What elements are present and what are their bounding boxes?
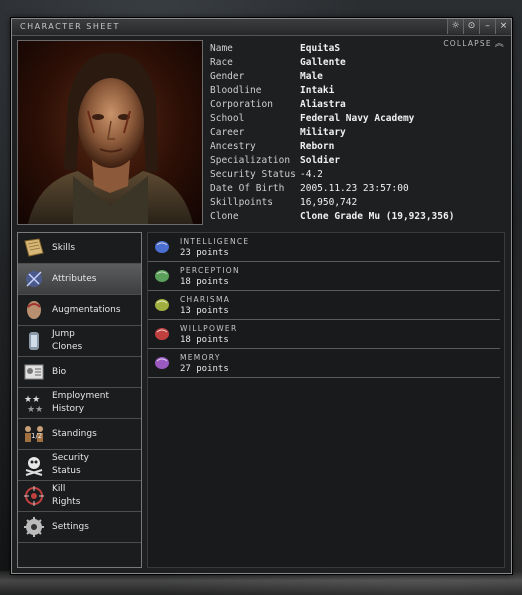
- sidebar-item-augmentations[interactable]: Augmentations: [18, 295, 141, 326]
- character-sheet-window: CHARACTER SHEET ☼ ⊙ – × COLLAPSE ︽ Name …: [11, 18, 512, 574]
- attributes-list: INTELLIGENCE 23 points PERCEPTION 18 poi…: [147, 232, 505, 568]
- svg-text:1/2: 1/2: [31, 432, 42, 440]
- attribute-name: PERCEPTION: [180, 265, 240, 275]
- character-info: Name EquitaS Race Gallente Gender Male Bloo…: [210, 42, 500, 224]
- sidebar-item-attributes[interactable]: Attributes: [18, 264, 141, 295]
- window-title: CHARACTER SHEET: [20, 22, 120, 31]
- settings-icon: [22, 515, 46, 539]
- charisma-icon: [155, 299, 169, 311]
- info-row: Specialization Soldier: [210, 155, 341, 166]
- attribute-row-charisma[interactable]: CHARISMA 13 points: [148, 291, 500, 320]
- bio-icon: [22, 360, 46, 384]
- willpower-icon: [155, 328, 169, 340]
- svg-text:★★: ★★: [27, 405, 43, 414]
- sidebar-item-security-status[interactable]: Security Status: [18, 450, 141, 481]
- corporation-link[interactable]: Aliastra: [300, 98, 346, 112]
- character-portrait[interactable]: [17, 40, 203, 225]
- info-row: Security Status -4.2: [210, 169, 323, 180]
- portrait-image: [28, 52, 193, 224]
- attribute-row-intelligence[interactable]: INTELLIGENCE 23 points: [148, 233, 500, 262]
- employment-history-icon: ★★ ★★: [22, 391, 46, 415]
- window-buttons: ☼ ⊙ – ×: [447, 19, 511, 35]
- info-row: Career Military: [210, 127, 346, 138]
- kill-rights-icon: [22, 484, 46, 508]
- info-row: Corporation Aliastra: [210, 98, 346, 112]
- info-row: Skillpoints 16,950,742: [210, 197, 358, 208]
- info-row: Clone Clone Grade Mu (19,923,356): [210, 211, 455, 222]
- sidebar-item-standings[interactable]: 1/2 Standings: [18, 419, 141, 450]
- attribute-value: 23 points: [180, 247, 229, 258]
- info-row: Race Gallente: [210, 57, 346, 68]
- attribute-name: CHARISMA: [180, 294, 231, 304]
- attributes-icon: [22, 267, 46, 291]
- info-row: Date Of Birth 2005.11.23 23:57:00: [210, 183, 409, 194]
- skills-book-icon: [22, 236, 46, 260]
- perception-icon: [155, 270, 169, 282]
- window-titlebar[interactable]: CHARACTER SHEET ☼ ⊙ – ×: [12, 19, 511, 36]
- sidebar-item-settings[interactable]: Settings: [18, 512, 141, 543]
- sidebar-item-bio[interactable]: Bio: [18, 357, 141, 388]
- augmentations-icon: [22, 298, 46, 322]
- background-ship-hull: [0, 571, 522, 595]
- attribute-row-perception[interactable]: PERCEPTION 18 points: [148, 262, 500, 291]
- attribute-name: INTELLIGENCE: [180, 236, 250, 246]
- attribute-value: 18 points: [180, 276, 229, 287]
- jump-clones-icon: [22, 329, 46, 353]
- attribute-value: 18 points: [180, 334, 229, 345]
- attribute-row-willpower[interactable]: WILLPOWER 18 points: [148, 320, 500, 349]
- minimize-circle-icon[interactable]: ⊙: [463, 19, 479, 34]
- sidebar-item-kill-rights[interactable]: Kill Rights: [18, 481, 141, 512]
- memory-icon: [155, 357, 169, 369]
- standings-icon: 1/2: [22, 422, 46, 446]
- info-row: School Federal Navy Academy: [210, 113, 415, 124]
- sidebar-item-skills[interactable]: Skills: [18, 233, 141, 264]
- attribute-value: 13 points: [180, 305, 229, 316]
- minimize-icon[interactable]: –: [479, 19, 495, 34]
- close-icon[interactable]: ×: [495, 19, 511, 34]
- sidebar-item-employment-history[interactable]: ★★ ★★ Employment History: [18, 388, 141, 419]
- security-status-icon: [22, 453, 46, 477]
- sidebar: Skills Attributes Augmentations Jump Clon…: [17, 232, 142, 568]
- intelligence-icon: [155, 241, 169, 253]
- attribute-name: WILLPOWER: [180, 323, 238, 333]
- svg-text:★★: ★★: [24, 395, 40, 405]
- info-row: Bloodline Intaki: [210, 85, 335, 96]
- info-row: Name EquitaS: [210, 43, 341, 54]
- settings-icon[interactable]: ☼: [447, 19, 463, 34]
- sidebar-item-jump-clones[interactable]: Jump Clones: [18, 326, 141, 357]
- attribute-value: 27 points: [180, 363, 229, 374]
- attribute-row-memory[interactable]: MEMORY 27 points: [148, 349, 500, 378]
- info-row: Gender Male: [210, 71, 323, 82]
- info-row: Ancestry Reborn: [210, 141, 335, 152]
- attribute-name: MEMORY: [180, 352, 221, 362]
